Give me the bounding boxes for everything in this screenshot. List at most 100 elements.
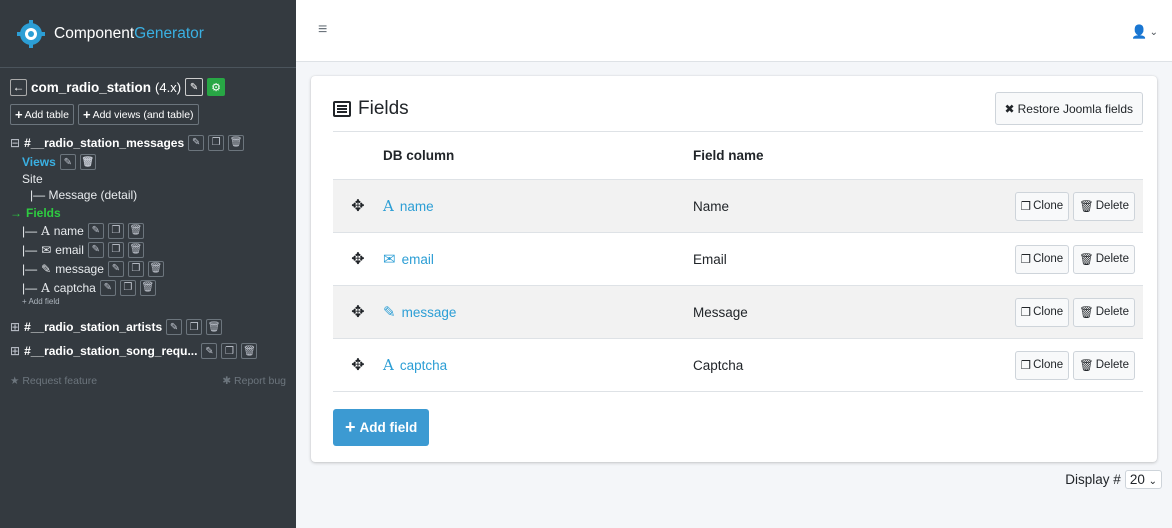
add-field-button[interactable]: + Add field bbox=[333, 409, 430, 446]
drag-handle-icon[interactable]: ✥ bbox=[333, 355, 383, 375]
sidebar-add-field-button[interactable]: + Add field bbox=[10, 297, 286, 315]
display-count: Display # 20 ⌄ bbox=[1065, 470, 1162, 489]
drag-handle-icon[interactable]: ✥ bbox=[333, 196, 383, 216]
sidebar-field-captcha[interactable]: captcha bbox=[54, 281, 96, 295]
request-feature-link[interactable]: ★ Request feature bbox=[10, 375, 97, 387]
table-name-messages[interactable]: #__radio_station_messages bbox=[24, 136, 184, 150]
db-column-link[interactable]: message bbox=[402, 305, 457, 320]
chevron-down-icon: ⌄ bbox=[1149, 26, 1158, 38]
cog-logo-icon bbox=[14, 19, 48, 49]
trash-icon[interactable]: 🗑 bbox=[147, 260, 164, 277]
fields-link[interactable]: Fields bbox=[26, 206, 61, 220]
trash-icon[interactable]: 🗑 bbox=[228, 134, 245, 151]
clone-icon[interactable]: ❐ bbox=[221, 343, 238, 359]
sidebar: ComponentGenerator ← com_radio_station (… bbox=[0, 0, 296, 528]
delete-button[interactable]: 🗑 Delete bbox=[1073, 297, 1135, 327]
drag-handle-icon[interactable]: ✥ bbox=[333, 249, 383, 269]
trash-icon: 🗑 bbox=[1079, 360, 1094, 372]
display-label: Display # bbox=[1065, 472, 1121, 487]
brand-text: ComponentGenerator bbox=[54, 24, 204, 42]
star-icon: ★ bbox=[10, 375, 20, 387]
table-name-song-requests[interactable]: #__radio_station_song_requ... bbox=[24, 344, 197, 358]
table-header: DB column Field name bbox=[333, 132, 1143, 180]
clone-icon[interactable]: ❐ bbox=[208, 134, 225, 151]
restore-joomla-fields-button[interactable]: ✖ Restore Joomla fields bbox=[994, 92, 1143, 125]
clone-icon[interactable]: ❐ bbox=[107, 241, 124, 258]
delete-button[interactable]: 🗑 Delete bbox=[1073, 191, 1135, 221]
db-column-link[interactable]: captcha bbox=[400, 358, 447, 373]
field-name: Message bbox=[693, 304, 748, 320]
edit-icon[interactable]: ✎ bbox=[107, 260, 124, 277]
trash-icon: 🗑 bbox=[1079, 201, 1094, 213]
drag-handle-icon[interactable]: ✥ bbox=[333, 302, 383, 322]
topbar: ≡ 👤 ⌄ bbox=[296, 0, 1172, 62]
edit-icon[interactable]: ✎ bbox=[188, 134, 205, 151]
expand-icon[interactable]: ⊞ bbox=[10, 320, 20, 334]
component-name[interactable]: com_radio_station bbox=[31, 80, 151, 95]
field-name: Email bbox=[693, 251, 727, 267]
trash-icon[interactable]: 🗑 bbox=[139, 279, 156, 296]
text-field-icon: A bbox=[383, 197, 394, 215]
brand[interactable]: ComponentGenerator bbox=[0, 0, 296, 68]
view-item-message[interactable]: |— Message (detail) bbox=[10, 188, 286, 205]
clone-button[interactable]: ❐ Clone bbox=[1014, 244, 1070, 274]
edit-component-icon[interactable]: ✎ bbox=[185, 78, 204, 96]
chevron-down-icon: ⌄ bbox=[1148, 476, 1157, 487]
text-field-icon: A bbox=[41, 280, 50, 295]
collapse-icon[interactable]: ⊟ bbox=[10, 136, 20, 150]
add-table-button[interactable]: + Add table bbox=[10, 104, 74, 125]
user-menu[interactable]: 👤 ⌄ bbox=[1131, 24, 1158, 40]
db-column-link[interactable]: name bbox=[400, 199, 434, 214]
edit-icon[interactable]: ✎ bbox=[99, 279, 116, 296]
fields-card: Fields ✖ Restore Joomla fields DB column… bbox=[311, 76, 1157, 462]
clone-icon[interactable]: ❐ bbox=[186, 319, 203, 335]
expand-icon[interactable]: ⊞ bbox=[10, 344, 20, 358]
site-label: Site bbox=[22, 172, 43, 186]
delete-button[interactable]: 🗑 Delete bbox=[1073, 350, 1135, 380]
edit-icon[interactable]: ✎ bbox=[87, 222, 104, 239]
trash-icon[interactable]: 🗑 bbox=[127, 222, 144, 239]
clone-icon[interactable]: ❐ bbox=[127, 260, 144, 277]
table-row: ✥ Aname Name ❐ Clone 🗑 Delete bbox=[333, 180, 1143, 233]
sidebar-field-message[interactable]: message bbox=[55, 262, 104, 276]
edit-icon[interactable]: ✎ bbox=[59, 154, 76, 170]
sidebar-field-name[interactable]: name bbox=[54, 224, 84, 238]
hamburger-menu-icon[interactable]: ≡ bbox=[318, 22, 327, 38]
db-column-link[interactable]: email bbox=[402, 252, 434, 267]
edit-icon[interactable]: ✎ bbox=[201, 343, 218, 359]
field-name: Captcha bbox=[693, 357, 744, 373]
clone-icon: ❐ bbox=[1020, 360, 1032, 372]
trash-icon[interactable]: 🗑 bbox=[241, 343, 258, 359]
clone-icon: ❐ bbox=[1020, 254, 1032, 266]
clone-icon: ❐ bbox=[1020, 307, 1032, 319]
list-table-icon bbox=[333, 101, 351, 117]
views-link[interactable]: Views bbox=[22, 155, 56, 169]
clone-icon[interactable]: ❐ bbox=[119, 279, 136, 296]
edit-icon[interactable]: ✎ bbox=[87, 241, 104, 258]
sidebar-field-email[interactable]: email bbox=[55, 243, 84, 257]
page-title: Fields bbox=[333, 98, 409, 120]
col-db-column: DB column bbox=[383, 148, 455, 163]
settings-cogs-icon[interactable]: ⚙ bbox=[207, 78, 226, 96]
field-name: Name bbox=[693, 198, 730, 214]
trash-icon[interactable]: 🗑 bbox=[127, 241, 144, 258]
trash-icon[interactable]: 🗑 bbox=[206, 319, 223, 335]
back-arrow-icon[interactable]: ← bbox=[10, 78, 27, 96]
clone-icon[interactable]: ❐ bbox=[107, 222, 124, 239]
trash-icon[interactable]: 🗑 bbox=[79, 154, 96, 170]
clone-button[interactable]: ❐ Clone bbox=[1014, 350, 1070, 380]
user-icon: 👤 bbox=[1131, 24, 1148, 39]
report-bug-link[interactable]: ✱ Report bug bbox=[222, 375, 286, 387]
table-row: ✥ ✎ message Message ❐ Clone 🗑 Delete bbox=[333, 286, 1143, 339]
add-views-button[interactable]: + Add views (and table) bbox=[77, 104, 199, 125]
table-row: ✥ ✉ email Email ❐ Clone 🗑 Delete bbox=[333, 233, 1143, 286]
edit-icon[interactable]: ✎ bbox=[166, 319, 183, 335]
clone-button[interactable]: ❐ Clone bbox=[1014, 191, 1070, 221]
clone-icon: ❐ bbox=[1020, 201, 1032, 213]
component-version: (4.x) bbox=[155, 79, 182, 95]
table-name-artists[interactable]: #__radio_station_artists bbox=[24, 320, 162, 334]
fields-table: DB column Field name ✥ Aname Name ❐ Clone… bbox=[333, 131, 1143, 392]
display-count-select[interactable]: 20 ⌄ bbox=[1124, 470, 1162, 489]
delete-button[interactable]: 🗑 Delete bbox=[1073, 244, 1135, 274]
clone-button[interactable]: ❐ Clone bbox=[1014, 297, 1070, 327]
